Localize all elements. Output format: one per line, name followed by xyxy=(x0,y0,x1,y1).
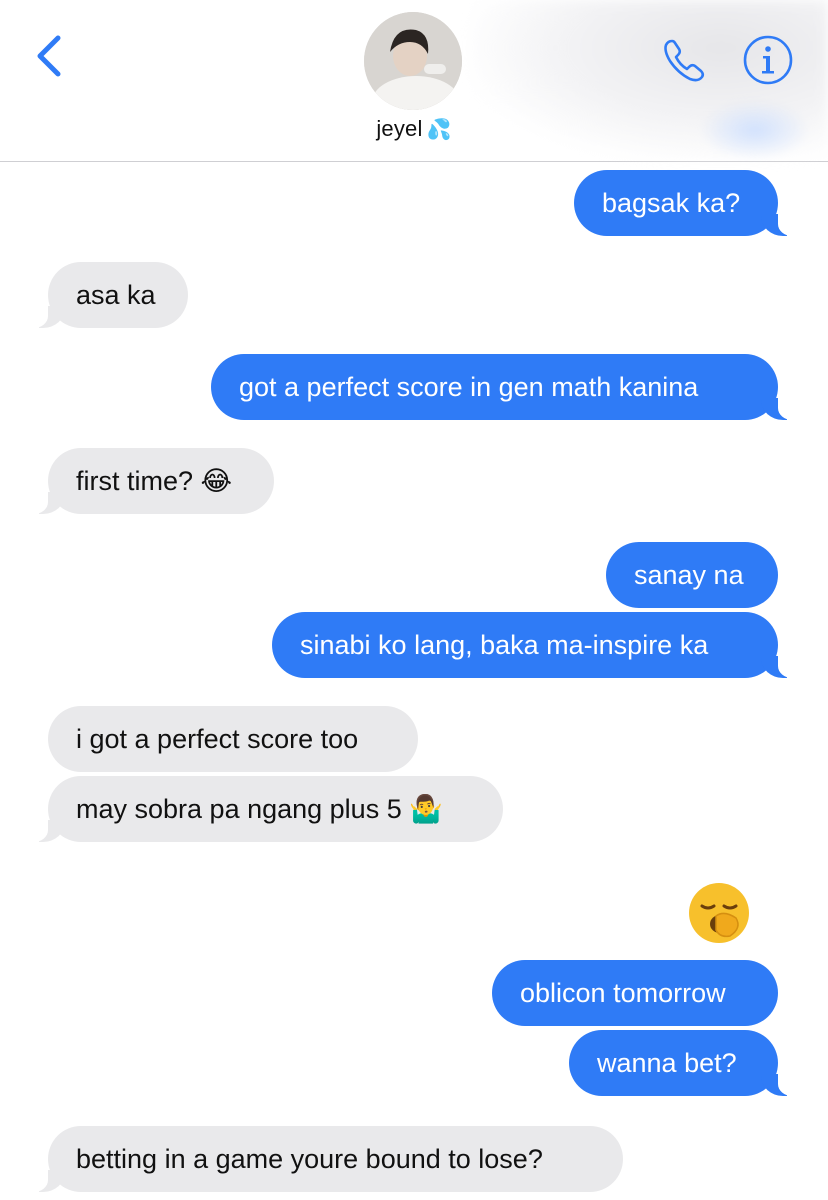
conversation-header: jeyel 💦 xyxy=(0,0,828,162)
sweat-droplets-emoji: 💦 xyxy=(426,119,452,141)
info-icon xyxy=(743,35,793,85)
contact-name[interactable]: jeyel 💦 xyxy=(0,116,828,142)
message-sent[interactable]: bagsak ka? xyxy=(574,170,800,236)
message-sent[interactable]: sanay na xyxy=(606,542,778,608)
message-text: may sobra pa ngang plus 5 xyxy=(76,794,402,824)
message-sent-emoji[interactable]: 🥱 xyxy=(686,880,752,946)
back-button[interactable] xyxy=(30,32,70,80)
contact-name-text: jeyel xyxy=(376,116,423,141)
message-received[interactable]: betting in a game youre bound to lose? xyxy=(26,1126,623,1192)
call-button[interactable] xyxy=(660,35,710,85)
message-text: bagsak ka? xyxy=(602,188,741,218)
chevron-left-icon xyxy=(37,35,61,77)
message-received[interactable]: asa ka xyxy=(26,262,188,328)
message-text: wanna bet? xyxy=(597,1048,737,1078)
message-received[interactable]: i got a perfect score too xyxy=(48,706,418,772)
contact-avatar[interactable] xyxy=(364,12,462,110)
message-text: first time? xyxy=(76,466,194,496)
yawning-face-icon xyxy=(689,883,749,943)
tears-of-joy-emoji: 😂 xyxy=(200,466,233,496)
message-text: sanay na xyxy=(634,560,744,590)
message-sent[interactable]: sinabi ko lang, baka ma-inspire ka xyxy=(272,612,800,678)
info-button[interactable] xyxy=(742,34,794,86)
phone-icon xyxy=(664,39,705,82)
message-sent[interactable]: oblicon tomorrow xyxy=(492,960,778,1026)
message-text: betting in a game youre bound to lose? xyxy=(76,1144,543,1174)
message-text: oblicon tomorrow xyxy=(520,978,726,1008)
message-text: got a perfect score in gen math kanina xyxy=(239,372,699,402)
message-sent[interactable]: wanna bet? xyxy=(569,1030,800,1096)
avatar-photo xyxy=(364,12,462,110)
message-text: i got a perfect score too xyxy=(76,724,359,754)
message-text: sinabi ko lang, baka ma-inspire ka xyxy=(300,630,709,660)
message-received[interactable]: first time? 😂 xyxy=(26,448,274,514)
message-sent[interactable]: got a perfect score in gen math kanina xyxy=(211,354,800,420)
shrug-emoji: 🤷‍♂️ xyxy=(409,794,443,824)
message-text: asa ka xyxy=(76,280,156,310)
message-received[interactable]: may sobra pa ngang plus 5 🤷‍♂️ xyxy=(26,776,503,842)
